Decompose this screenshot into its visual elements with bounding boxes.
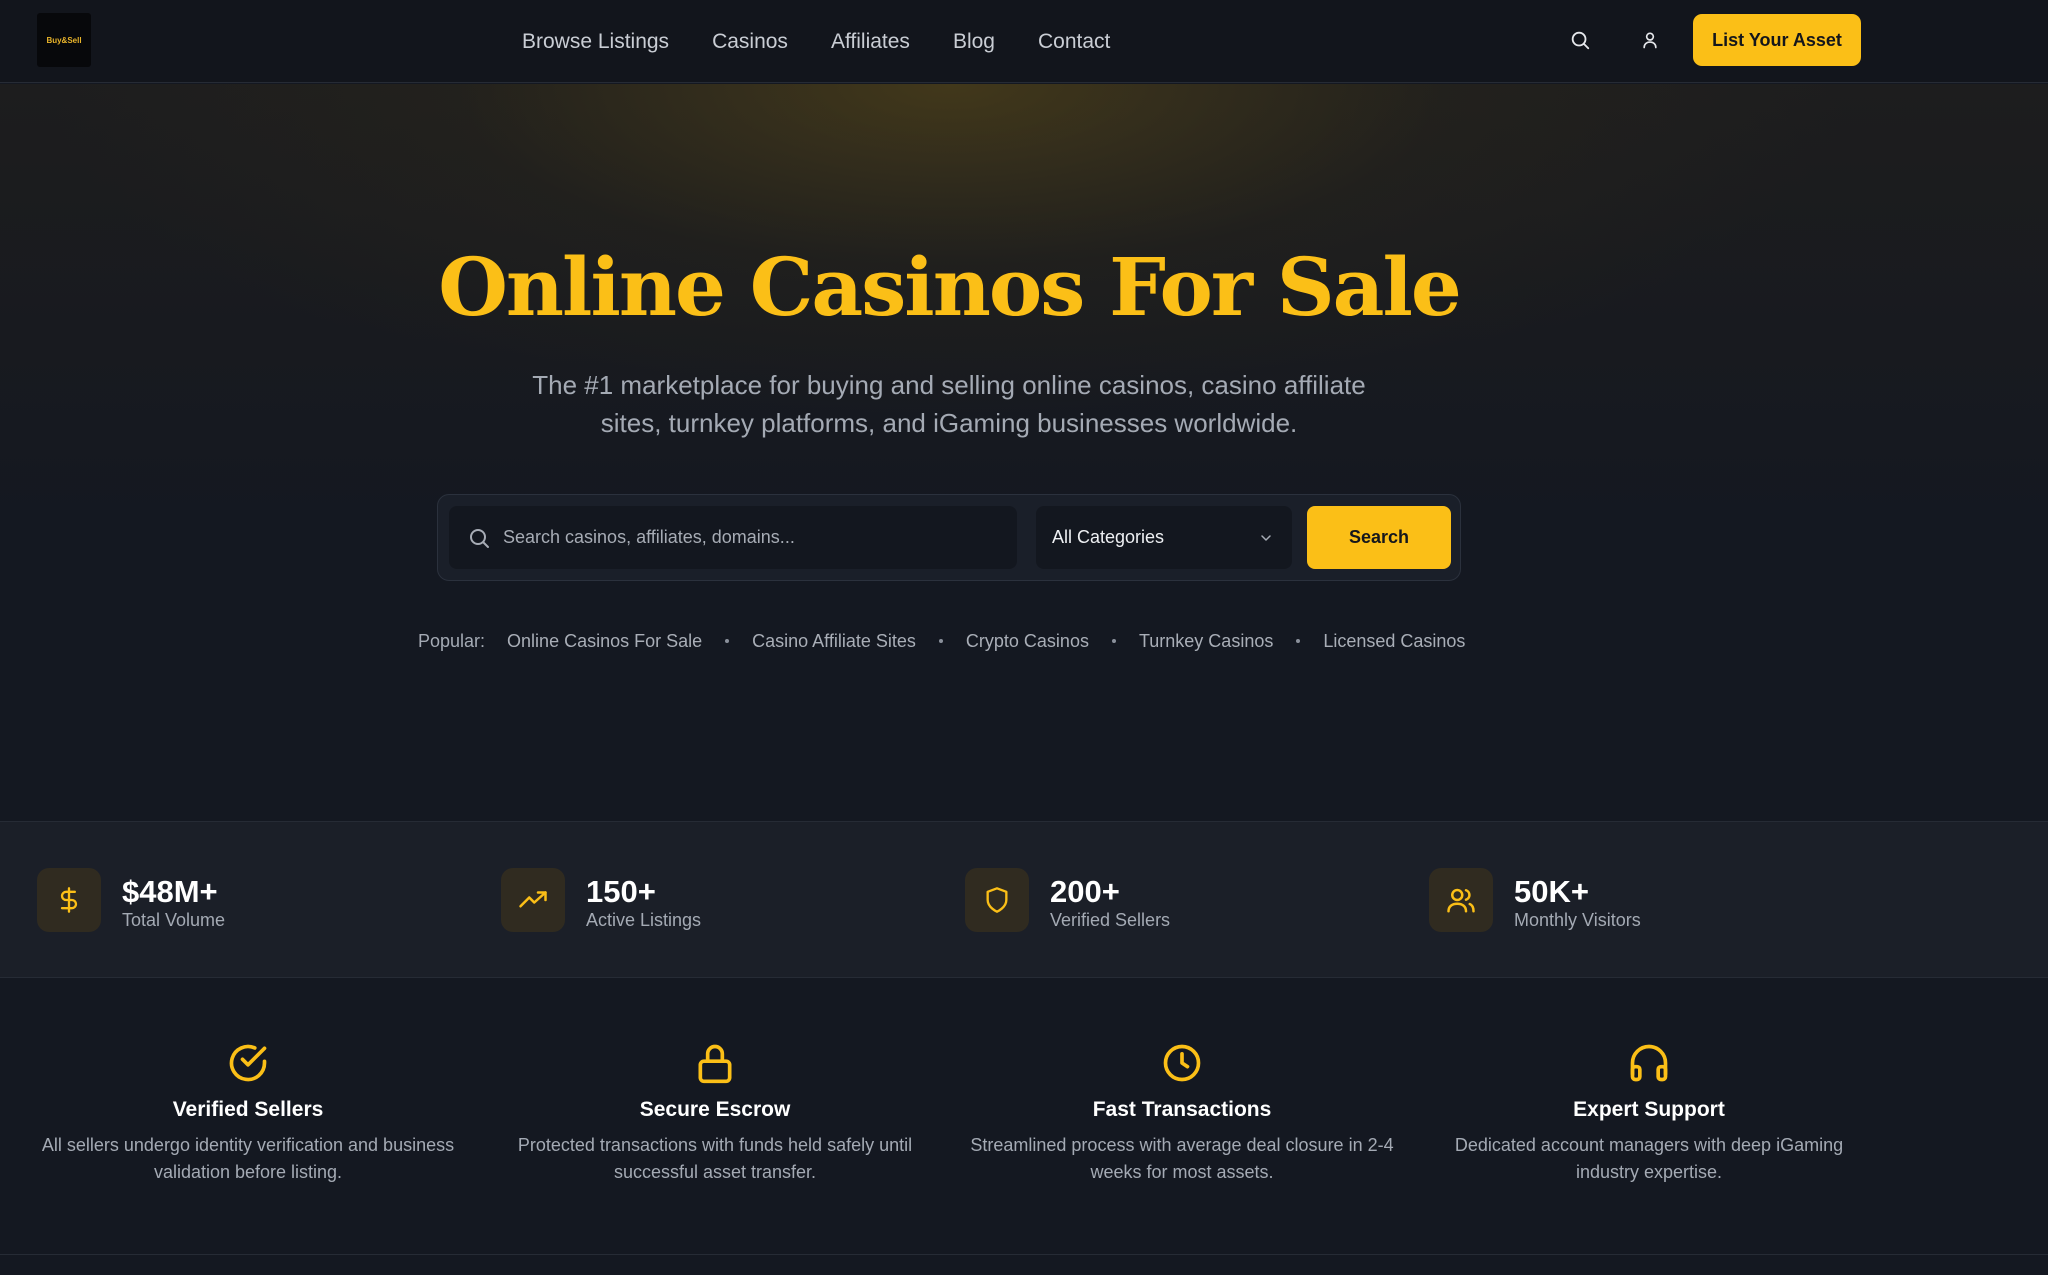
separator-dot [725, 639, 730, 643]
feature-description: All sellers undergo identity verificatio… [41, 1135, 455, 1182]
stats-bar: $48M+ Total Volume 150+ Active Listings … [0, 821, 2048, 978]
search-button[interactable]: Search [1307, 506, 1451, 569]
main-nav-links: Browse Listings Casinos Affiliates Blog … [522, 0, 1110, 83]
feature-expert-support: Expert Support Dedicated account manager… [1429, 1041, 1869, 1186]
stat-label: Total Volume [122, 910, 226, 930]
search-input[interactable] [503, 507, 1017, 568]
feature-description: Dedicated account managers with deep iGa… [1454, 1135, 1844, 1182]
feature-title: Verified Sellers [172, 1098, 324, 1121]
trending-up-icon [501, 868, 565, 932]
search-input-wrapper [449, 506, 1017, 569]
popular-link-online-casinos[interactable]: Online Casinos For Sale [507, 631, 702, 652]
stat-value: 200+ [1050, 874, 1120, 909]
separator-dot [1296, 639, 1301, 643]
clock-icon [1160, 1041, 1204, 1085]
nav-link-contact[interactable]: Contact [1038, 30, 1110, 54]
nav-link-browse-listings[interactable]: Browse Listings [522, 30, 669, 54]
stat-label: Active Listings [586, 910, 702, 930]
headphones-icon [1627, 1041, 1671, 1085]
nav-link-casinos[interactable]: Casinos [712, 30, 788, 54]
popular-link-crypto-casinos[interactable]: Crypto Casinos [966, 631, 1089, 652]
stat-label: Verified Sellers [1050, 910, 1171, 930]
feature-title: Expert Support [1573, 1098, 1725, 1121]
users-icon [1429, 868, 1493, 932]
top-nav: Buy&Sell Browse Listings Casinos Affilia… [0, 0, 2048, 83]
list-your-asset-button[interactable]: List Your Asset [1693, 14, 1861, 66]
nav-link-affiliates[interactable]: Affiliates [831, 30, 910, 54]
popular-link-turnkey-casinos[interactable]: Turnkey Casinos [1139, 631, 1273, 652]
category-selected-value: All Categories [1052, 527, 1165, 547]
feature-secure-escrow: Secure Escrow Protected transactions wit… [495, 1041, 935, 1186]
hero-subtitle: The #1 marketplace for buying and sellin… [532, 370, 1366, 438]
feature-description: Protected transactions with funds held s… [517, 1135, 913, 1182]
separator-dot [1111, 639, 1116, 643]
stat-value: 50K+ [1514, 874, 1589, 909]
shield-icon [965, 868, 1029, 932]
separator-dot [938, 639, 943, 643]
feature-verified-sellers: Verified Sellers All sellers undergo ide… [28, 1041, 468, 1186]
popular-link-licensed-casinos[interactable]: Licensed Casinos [1323, 631, 1465, 652]
site-logo[interactable]: Buy&Sell [37, 13, 91, 67]
user-icon[interactable] [1637, 27, 1663, 53]
search-icon[interactable] [1567, 27, 1593, 53]
feature-title: Fast Transactions [1092, 1098, 1272, 1121]
popular-link-casino-affiliate-sites[interactable]: Casino Affiliate Sites [752, 631, 916, 652]
feature-description: Streamlined process with average deal cl… [970, 1135, 1394, 1182]
check-circle-icon [226, 1041, 270, 1085]
search-bar: All Categories Search [437, 494, 1461, 581]
lock-icon [693, 1041, 737, 1085]
logo-text: Buy&Sell [46, 35, 82, 45]
popular-searches: Popular: Online Casinos For Sale Casino … [418, 627, 1465, 655]
feature-fast-transactions: Fast Transactions Streamlined process wi… [962, 1041, 1402, 1186]
hero-section: Online Casinos For Sale The #1 marketpla… [0, 84, 2048, 821]
stat-label: Monthly Visitors [1514, 910, 1641, 930]
dollar-icon [37, 868, 101, 932]
popular-label: Popular: [418, 630, 486, 651]
features-section: Verified Sellers All sellers undergo ide… [0, 979, 2048, 1255]
page-title: Online Casinos For Sale [438, 240, 1462, 334]
feature-title: Secure Escrow [639, 1098, 791, 1121]
chevron-down-icon [1261, 534, 1271, 541]
stat-value: $48M+ [122, 874, 218, 909]
search-field-icon [470, 528, 489, 548]
nav-link-blog[interactable]: Blog [953, 30, 995, 54]
category-select[interactable]: All Categories [1036, 506, 1292, 569]
stat-value: 150+ [586, 874, 656, 909]
